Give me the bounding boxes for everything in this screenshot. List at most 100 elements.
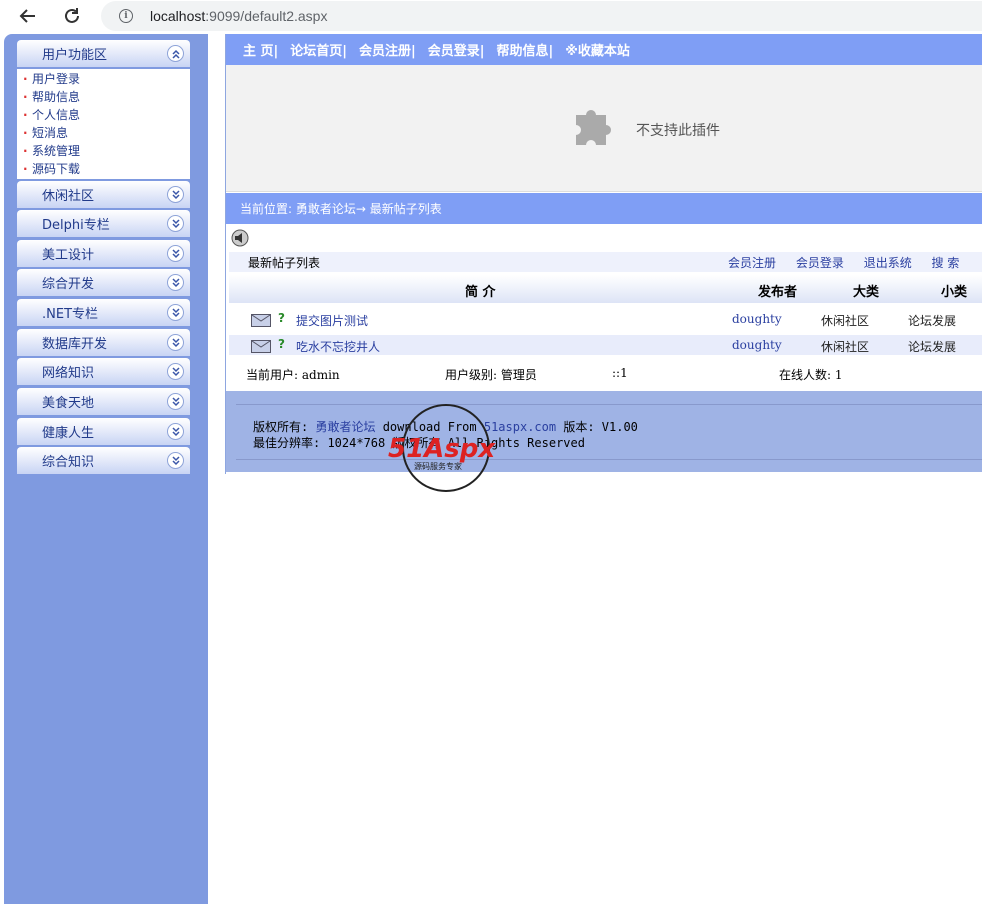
panel-header-art-design[interactable]: 美工设计 [17, 240, 190, 267]
nav-login[interactable]: 会员登录| [428, 40, 485, 59]
chevron-down-icon[interactable] [167, 186, 184, 203]
panel-title: 网络知识 [42, 366, 95, 381]
chevron-down-icon[interactable] [167, 423, 184, 440]
panel-header-database[interactable]: 数据库开发 [17, 329, 190, 356]
chevron-up-icon[interactable] [167, 45, 184, 62]
link-login[interactable]: 会员登录 [796, 256, 844, 270]
col-author: 发布者 [758, 285, 798, 300]
post-author[interactable]: doughty [732, 312, 782, 326]
post-author[interactable]: doughty [732, 338, 782, 352]
col-category: 大类 [853, 285, 880, 300]
reload-icon [65, 8, 79, 23]
post-category: 休闲社区 [821, 314, 870, 328]
panel-header-delphi[interactable]: Delphi专栏 [17, 210, 190, 237]
panel-title: 用户功能区 [42, 48, 108, 63]
panel-title: Delphi专栏 [42, 218, 110, 233]
panel-header-general-dev[interactable]: 综合开发 [17, 269, 190, 296]
panel-title: .NET专栏 [42, 307, 99, 322]
panel-header-network[interactable]: 网络知识 [17, 358, 190, 385]
chevron-down-icon[interactable] [167, 215, 184, 232]
col-intro: 简 介 [465, 285, 496, 300]
reload-button[interactable] [60, 4, 84, 28]
main-content: 主 页| 论坛首页| 会员注册| 会员登录| 帮助信息| ※收藏本站 不支持此插… [225, 34, 982, 474]
panel-title: 美工设计 [42, 248, 95, 263]
sidebar-item-login[interactable]: 用户登录 [23, 70, 190, 88]
chevron-down-icon[interactable] [167, 363, 184, 380]
info-icon[interactable]: i [119, 9, 133, 23]
location-text: 当前位置: 勇敢者论坛→ 最新帖子列表 [240, 202, 442, 216]
panel-title: 美食天地 [42, 396, 95, 411]
nav-home[interactable]: 主 页| [243, 40, 278, 59]
footer-divider [236, 459, 982, 460]
chevron-down-icon[interactable] [167, 452, 184, 469]
status-separator: ::1 [612, 366, 628, 380]
panel-title: 综合知识 [42, 455, 95, 470]
table-row: ? 吃水不忘挖井人 doughty 休闲社区 论坛发展 [229, 335, 982, 355]
address-bar[interactable]: i localhost:9099/default2.aspx [101, 1, 982, 31]
post-title[interactable]: 提交图片测试 [296, 312, 368, 329]
envelope-icon [251, 314, 271, 327]
chevron-down-icon[interactable] [167, 274, 184, 291]
chevron-down-icon[interactable] [167, 245, 184, 262]
sidebar-item-messages[interactable]: 短消息 [23, 124, 190, 142]
panel-header-user-functions[interactable]: 用户功能区 [17, 40, 190, 67]
sidebar-item-profile[interactable]: 个人信息 [23, 106, 190, 124]
chevron-down-icon[interactable] [167, 393, 184, 410]
sidebar-item-system-admin[interactable]: 系统管理 [23, 142, 190, 160]
list-title: 最新帖子列表 [248, 255, 321, 270]
question-icon: ? [278, 311, 285, 325]
panel-header-leisure[interactable]: 休闲社区 [17, 181, 190, 208]
nav-register[interactable]: 会员注册| [359, 40, 416, 59]
copyright-label: 版权所有: [253, 420, 316, 434]
link-register[interactable]: 会员注册 [728, 256, 776, 270]
question-icon: ? [278, 337, 285, 351]
post-subcategory: 论坛发展 [908, 314, 957, 328]
table-header: 简 介 发布者 大类 小类 [229, 275, 982, 303]
panel-title: 数据库开发 [42, 337, 108, 352]
sidebar: 用户功能区 用户登录 帮助信息 个人信息 短消息 系统管理 源码下载 休闲社区 … [4, 34, 208, 904]
brand-watermark: 51Aspx 源码服务专家 [388, 404, 496, 492]
panel-header-dotnet[interactable]: .NET专栏 [17, 299, 190, 326]
arrow-left-icon [19, 9, 35, 23]
link-logout[interactable]: 退出系统 [864, 256, 912, 270]
plugin-message: 不支持此插件 [636, 123, 720, 139]
footer: 版权所有: 勇敢者论坛 download From 51aspx.com 版本:… [226, 391, 982, 472]
post-title[interactable]: 吃水不忘挖井人 [296, 338, 380, 355]
watermark-tagline: 源码服务专家 [414, 461, 462, 471]
url-text[interactable]: localhost:9099/default2.aspx [150, 8, 327, 24]
chevron-down-icon[interactable] [167, 334, 184, 351]
table-row: ? 提交图片测试 doughty 休闲社区 论坛发展 [229, 309, 982, 329]
panel-title: 综合开发 [42, 277, 95, 292]
envelope-icon [251, 340, 271, 353]
nav-bookmark[interactable]: ※收藏本站 [565, 40, 630, 59]
user-level: 用户级别: 管理员 [445, 368, 537, 382]
post-category: 休闲社区 [821, 340, 870, 354]
panel-header-health[interactable]: 健康人生 [17, 418, 190, 445]
top-nav: 主 页| 论坛首页| 会员注册| 会员登录| 帮助信息| ※收藏本站 [226, 34, 982, 65]
browser-toolbar: i localhost:9099/default2.aspx [0, 0, 982, 32]
col-subcategory: 小类 [941, 285, 968, 300]
panel-title: 休闲社区 [42, 189, 95, 204]
sidebar-item-source-download[interactable]: 源码下载 [23, 160, 190, 178]
panel-body-user-functions: 用户登录 帮助信息 个人信息 短消息 系统管理 源码下载 [17, 69, 190, 179]
panel-header-general-knowledge[interactable]: 综合知识 [17, 447, 190, 474]
back-button[interactable] [16, 4, 40, 28]
watermark-brand: 51Aspx [388, 434, 496, 464]
footer-divider [236, 404, 982, 405]
post-subcategory: 论坛发展 [908, 340, 957, 354]
location-bar: 当前位置: 勇敢者论坛→ 最新帖子列表 [226, 193, 982, 224]
copyright-link[interactable]: 勇敢者论坛 [315, 420, 375, 434]
nav-forum-home[interactable]: 论坛首页| [290, 40, 347, 59]
link-search[interactable]: 搜 索 [932, 256, 960, 270]
current-user: 当前用户: admin [246, 368, 340, 382]
speaker-icon[interactable] [230, 228, 250, 248]
panel-header-food[interactable]: 美食天地 [17, 388, 190, 415]
plugin-placeholder: 不支持此插件 [226, 65, 982, 192]
sidebar-item-help[interactable]: 帮助信息 [23, 88, 190, 106]
nav-help[interactable]: 帮助信息| [497, 40, 554, 59]
online-count: 在线人数: 1 [779, 368, 843, 382]
puzzle-piece-icon [576, 110, 611, 145]
chevron-down-icon[interactable] [167, 304, 184, 321]
version-text: 版本: V1.00 [556, 420, 638, 434]
list-header: 最新帖子列表 会员注册 会员登录 退出系统 搜 索 [229, 252, 982, 272]
